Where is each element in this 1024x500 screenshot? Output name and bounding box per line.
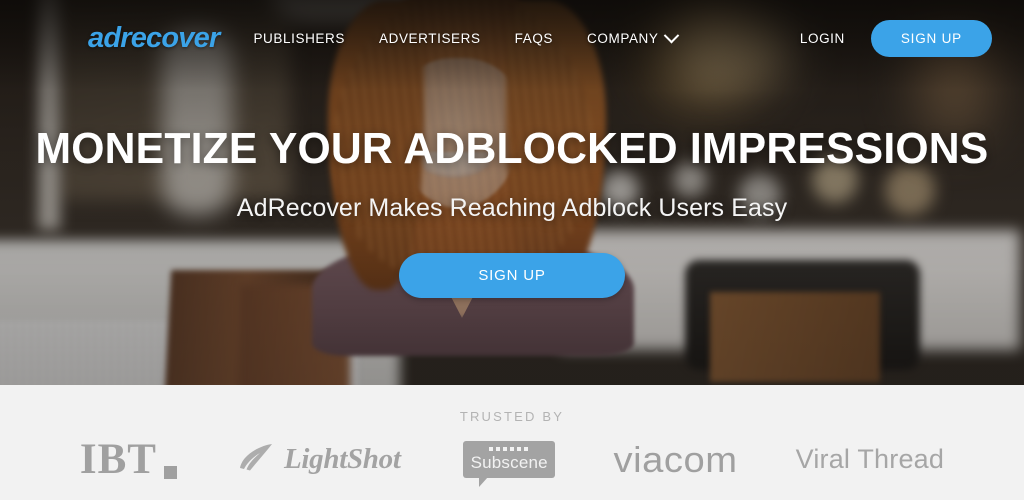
chevron-down-icon [663, 27, 679, 43]
partner-logo-subscene: Subscene [462, 441, 555, 487]
nav-actions: LOGIN SIGN UP [800, 19, 992, 57]
partner-logo-viacom: viacom [613, 438, 738, 480]
partner-logo-ibt: IBT [80, 438, 177, 481]
nav-item-faqs[interactable]: FAQS [515, 31, 553, 46]
hero-cta-wrap: SIGN UP [0, 253, 1024, 299]
ibt-square-dot-icon [164, 466, 177, 479]
bubble-dots-icon [471, 447, 547, 451]
partner-logo-ibt-text: IBT [79, 436, 157, 483]
brand-logo[interactable]: adrecover [88, 22, 220, 55]
feather-icon [239, 442, 275, 477]
trusted-by-section: TRUSTED BY IBT LightShot Subscene viacom… [0, 385, 1024, 500]
nav-links: PUBLISHERS ADVERTISERS FAQS COMPANY [253, 27, 679, 46]
hero-subtitle: AdRecover Makes Reaching Adblock Users E… [236, 194, 788, 223]
page-title: MONETIZE YOUR ADBLOCKED IMPRESSIONS [35, 124, 989, 173]
partner-logo-subscene-text: Subscene [470, 453, 548, 472]
hero-copy: MONETIZE YOUR ADBLOCKED IMPRESSIONS AdRe… [0, 124, 1024, 299]
nav-item-advertisers[interactable]: ADVERTISERS [379, 31, 481, 46]
main-navigation: adrecover PUBLISHERS ADVERTISERS FAQS CO… [0, 0, 1024, 76]
nav-item-advertisers-label: ADVERTISERS [378, 30, 481, 46]
nav-item-publishers[interactable]: PUBLISHERS [253, 31, 345, 46]
hero-signup-button[interactable]: SIGN UP [399, 253, 625, 299]
bubble-tail-icon [478, 477, 497, 487]
login-link[interactable]: LOGIN [800, 31, 845, 46]
nav-item-company-label: COMPANY [587, 30, 659, 46]
partner-logo-lightshot-text: LightShot [284, 443, 401, 475]
partner-logo-lightshot: LightShot [239, 442, 401, 477]
nav-signup-button[interactable]: SIGN UP [870, 19, 992, 57]
nav-item-company[interactable]: COMPANY [587, 27, 679, 46]
trusted-by-logo-row: IBT LightShot Subscene viacom Viral Thre… [0, 438, 1024, 487]
trusted-by-title: TRUSTED BY [459, 409, 565, 424]
landing-page: adrecover PUBLISHERS ADVERTISERS FAQS CO… [0, 0, 1024, 500]
speech-bubble-icon: Subscene [462, 441, 555, 487]
partner-logo-viral-thread: Viral Thread [795, 444, 945, 474]
nav-item-publishers-label: PUBLISHERS [253, 30, 345, 46]
nav-item-faqs-label: FAQS [514, 30, 554, 46]
hero-section: adrecover PUBLISHERS ADVERTISERS FAQS CO… [0, 0, 1024, 385]
